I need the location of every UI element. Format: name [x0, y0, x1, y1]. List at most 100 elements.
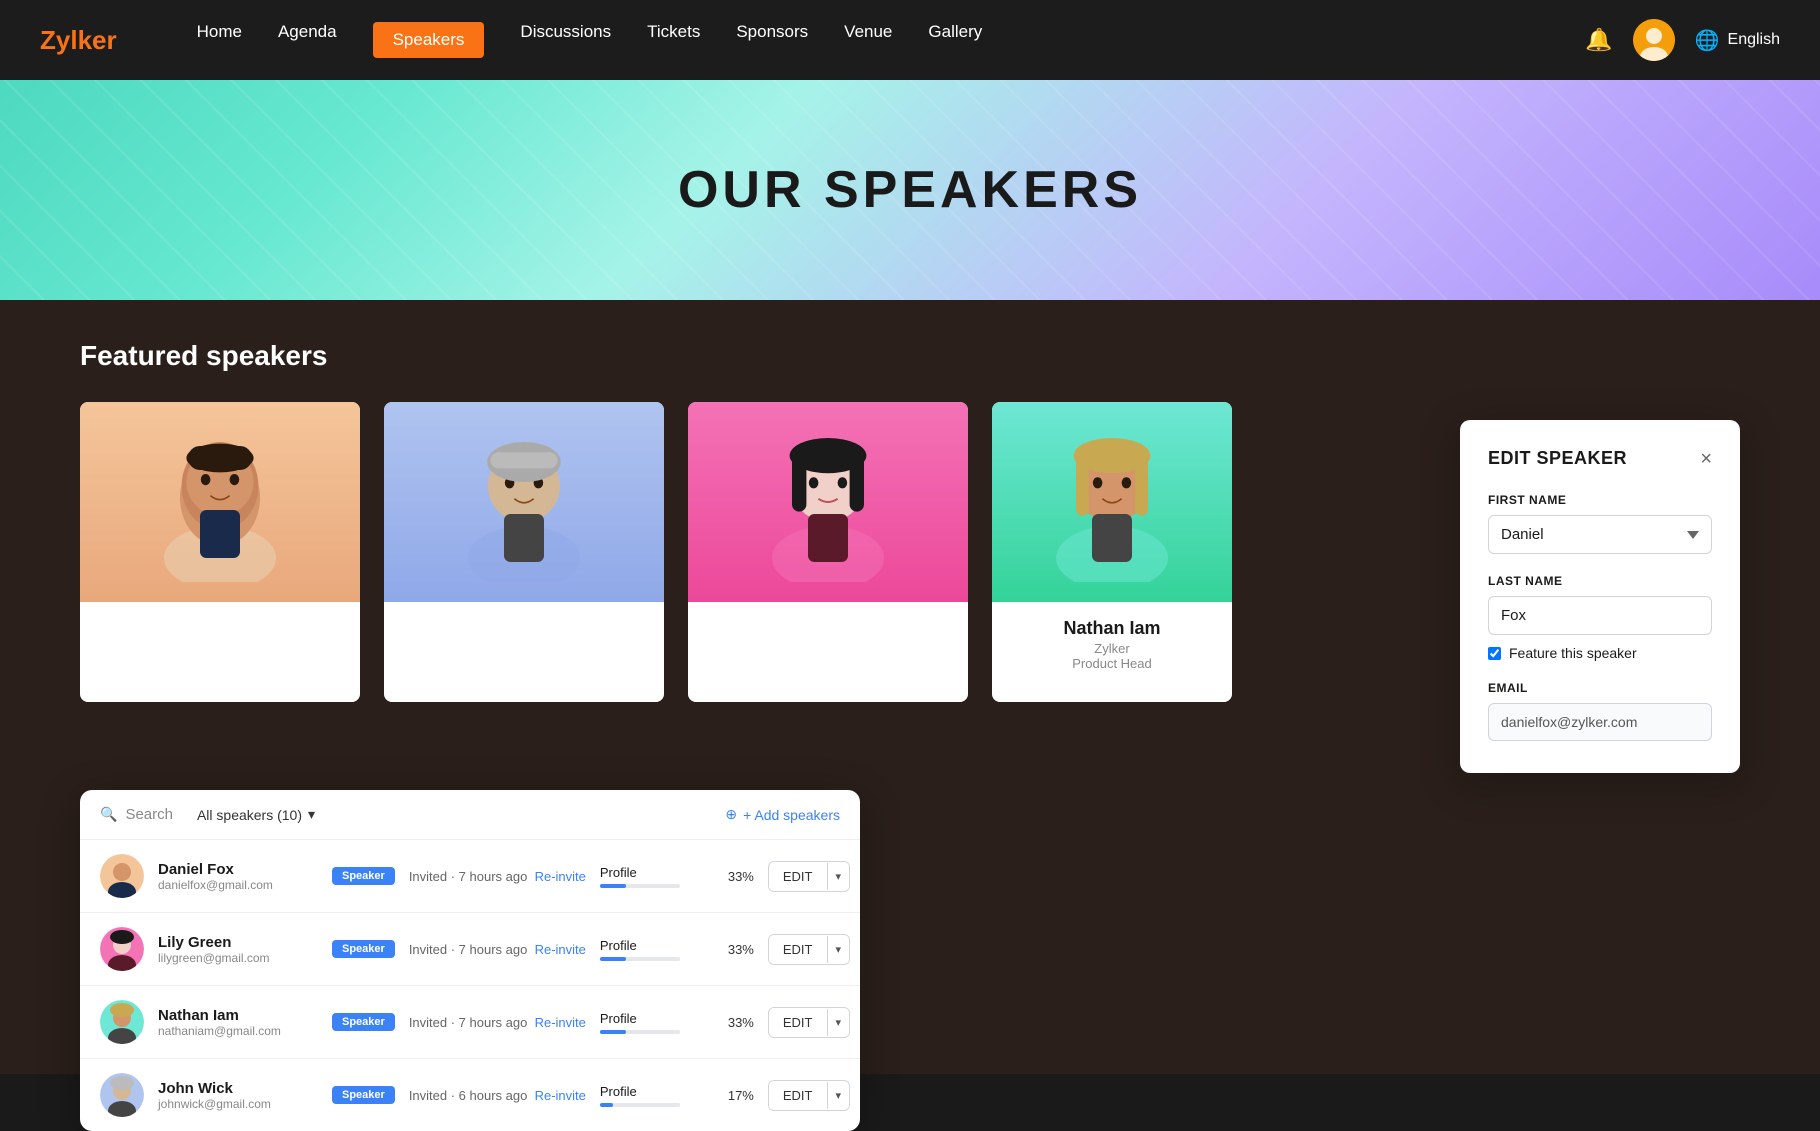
list-email-john: johnwick@gmail.com: [158, 1097, 318, 1111]
feature-checkbox-label[interactable]: Feature this speaker: [1488, 645, 1712, 661]
edit-chevron-john[interactable]: ▾: [827, 1082, 850, 1109]
speaker-badge-daniel: Speaker: [332, 867, 395, 885]
edit-chevron-nathan[interactable]: ▾: [827, 1009, 850, 1036]
pct-nathan: 33%: [714, 1015, 754, 1030]
language-selector[interactable]: 🌐 English: [1695, 28, 1780, 53]
nav-agenda[interactable]: Agenda: [278, 22, 337, 58]
edit-btn-group-nathan[interactable]: EDIT ▾: [768, 1007, 850, 1038]
nav-tickets[interactable]: Tickets: [647, 22, 700, 58]
add-speakers-button[interactable]: ⊕ + Add speakers: [725, 806, 840, 823]
speaker-role-nathan: Product Head: [1008, 656, 1216, 671]
edit-btn-group-lily[interactable]: EDIT ▾: [768, 934, 850, 965]
list-row-daniel: Daniel Fox danielfox@gmail.com Speaker I…: [80, 840, 860, 913]
reinvite-link-daniel[interactable]: Re-invite: [535, 869, 586, 884]
language-label: English: [1728, 31, 1780, 49]
edit-panel-title: EDIT SPEAKER: [1488, 448, 1627, 469]
add-speakers-icon: ⊕: [725, 806, 737, 823]
speaker-badge-lily: Speaker: [332, 940, 395, 958]
profile-bar-track-nathan: [600, 1030, 680, 1034]
edit-button-john[interactable]: EDIT: [769, 1081, 827, 1110]
speaker-card-john[interactable]: [384, 402, 664, 702]
list-email-lily: lilygreen@gmail.com: [158, 951, 318, 965]
speaker-info-nathan: Nathan Iam Zylker Product Head: [992, 602, 1232, 687]
list-email-daniel: danielfox@gmail.com: [158, 878, 318, 892]
notification-bell-icon[interactable]: 🔔: [1585, 27, 1612, 53]
nav-speakers[interactable]: Speakers: [373, 22, 485, 58]
profile-col-nathan: Profile: [600, 1011, 700, 1034]
list-header: 🔍 Search All speakers (10) ▾ ⊕ + Add spe…: [80, 790, 860, 840]
edit-button-nathan[interactable]: EDIT: [769, 1008, 827, 1037]
edit-button-lily[interactable]: EDIT: [769, 935, 827, 964]
last-name-input[interactable]: [1488, 596, 1712, 635]
hero-title: OUR SPEAKERS: [678, 160, 1142, 220]
edit-chevron-daniel[interactable]: ▾: [827, 863, 850, 890]
edit-panel-header: EDIT SPEAKER ×: [1488, 448, 1712, 469]
profile-bar-track-daniel: [600, 884, 680, 888]
avatar-lily: [688, 402, 968, 602]
nav-links: Home Agenda Speakers Discussions Tickets…: [197, 22, 1586, 58]
list-name-daniel: Daniel Fox: [158, 861, 318, 878]
profile-label-lily: Profile: [600, 938, 700, 953]
list-name-nathan: Nathan Iam: [158, 1007, 318, 1024]
featured-section-title: Featured speakers: [80, 340, 1740, 372]
speaker-badge-nathan: Speaker: [332, 1013, 395, 1031]
email-input[interactable]: [1488, 703, 1712, 741]
invited-text-nathan: Invited · 7 hours ago Re-invite: [409, 1015, 586, 1030]
globe-icon: 🌐: [1695, 28, 1720, 53]
brand-logo[interactable]: Zylker: [40, 25, 117, 56]
first-name-select[interactable]: Daniel: [1488, 515, 1712, 554]
list-info-lily: Lily Green lilygreen@gmail.com: [158, 934, 318, 965]
pct-daniel: 33%: [714, 869, 754, 884]
speaker-badge-john: Speaker: [332, 1086, 395, 1104]
list-info-john: John Wick johnwick@gmail.com: [158, 1080, 318, 1111]
nav-sponsors[interactable]: Sponsors: [736, 22, 808, 58]
hero-banner: OUR SPEAKERS: [0, 80, 1820, 300]
invited-text-daniel: Invited · 7 hours ago Re-invite: [409, 869, 586, 884]
edit-btn-group-daniel[interactable]: EDIT ▾: [768, 861, 850, 892]
profile-col-john: Profile: [600, 1084, 700, 1107]
list-info-daniel: Daniel Fox danielfox@gmail.com: [158, 861, 318, 892]
edit-btn-group-john[interactable]: EDIT ▾: [768, 1080, 850, 1111]
nav-home[interactable]: Home: [197, 22, 242, 58]
close-edit-panel-button[interactable]: ×: [1700, 449, 1712, 469]
search-box[interactable]: 🔍 Search: [100, 806, 173, 823]
chevron-down-icon: ▾: [308, 806, 315, 823]
list-avatar-lily: [100, 927, 144, 971]
edit-chevron-lily[interactable]: ▾: [827, 936, 850, 963]
profile-bar-fill-john: [600, 1103, 614, 1107]
invited-text-john: Invited · 6 hours ago Re-invite: [409, 1088, 586, 1103]
profile-bar-track-john: [600, 1103, 680, 1107]
speakers-list-panel: 🔍 Search All speakers (10) ▾ ⊕ + Add spe…: [80, 790, 860, 1131]
user-avatar[interactable]: [1633, 19, 1675, 61]
speaker-card-lily[interactable]: [688, 402, 968, 702]
dropdown-label: All speakers (10): [197, 807, 302, 823]
speaker-card-nathan[interactable]: Nathan Iam Zylker Product Head: [992, 402, 1232, 702]
profile-col-lily: Profile: [600, 938, 700, 961]
edit-button-daniel[interactable]: EDIT: [769, 862, 827, 891]
list-row-nathan: Nathan Iam nathaniam@gmail.com Speaker I…: [80, 986, 860, 1059]
list-row-lily: Lily Green lilygreen@gmail.com Speaker I…: [80, 913, 860, 986]
nav-venue[interactable]: Venue: [844, 22, 892, 58]
list-name-john: John Wick: [158, 1080, 318, 1097]
nav-gallery[interactable]: Gallery: [928, 22, 982, 58]
avatar-daniel: [80, 402, 360, 602]
reinvite-link-nathan[interactable]: Re-invite: [535, 1015, 586, 1030]
list-avatar-daniel: [100, 854, 144, 898]
profile-bar-fill-lily: [600, 957, 626, 961]
last-name-label: LAST NAME: [1488, 574, 1712, 588]
reinvite-link-john[interactable]: Re-invite: [535, 1088, 586, 1103]
search-label: Search: [125, 806, 173, 823]
pct-john: 17%: [714, 1088, 754, 1103]
reinvite-link-lily[interactable]: Re-invite: [535, 942, 586, 957]
all-speakers-dropdown[interactable]: All speakers (10) ▾: [197, 806, 315, 823]
feature-checkbox-input[interactable]: [1488, 647, 1501, 660]
profile-bar-track-lily: [600, 957, 680, 961]
nav-right: 🔔 🌐 English: [1585, 19, 1780, 61]
search-icon: 🔍: [100, 806, 117, 823]
profile-bar-fill-daniel: [600, 884, 626, 888]
main-content: Featured speakers: [0, 300, 1820, 1074]
speaker-card-daniel[interactable]: [80, 402, 360, 702]
profile-label-nathan: Profile: [600, 1011, 700, 1026]
nav-discussions[interactable]: Discussions: [520, 22, 611, 58]
add-speakers-label: + Add speakers: [743, 807, 840, 823]
